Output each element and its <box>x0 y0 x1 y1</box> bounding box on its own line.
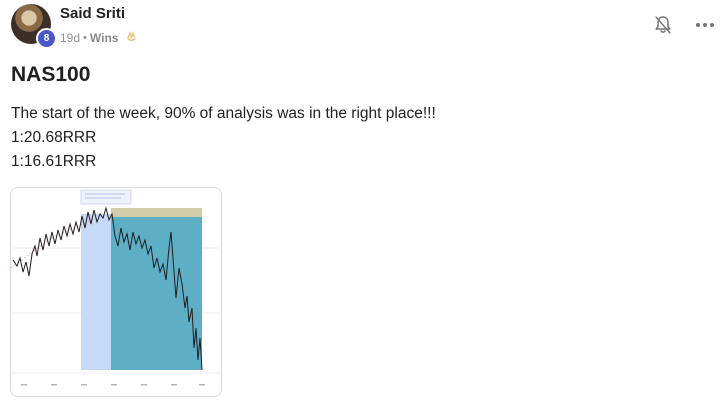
bell-icon[interactable] <box>654 15 672 35</box>
author-name[interactable]: Said Sriti <box>60 5 125 22</box>
post-body-line: 1:20.68RRR <box>11 129 97 146</box>
level-badge: 8 <box>36 28 57 49</box>
target-band <box>111 208 202 217</box>
post-title: NAS100 <box>11 63 91 86</box>
post-time: 19d <box>60 31 81 45</box>
clapping-hands-icon <box>125 30 138 46</box>
post-meta: 19d • Wins <box>60 30 138 46</box>
author-avatar[interactable]: 8 <box>11 4 57 49</box>
price-chart-thumbnail <box>11 188 221 396</box>
post-body-line: 1:16.61RRR <box>11 153 97 170</box>
meta-separator: • <box>83 32 87 44</box>
info-label-box <box>80 189 132 205</box>
post-category[interactable]: Wins <box>90 31 119 45</box>
long-position-zone <box>81 214 111 370</box>
more-options-icon[interactable] <box>693 15 717 35</box>
post-body: The start of the week, 90% of analysis w… <box>11 102 436 174</box>
post-body-line: The start of the week, 90% of analysis w… <box>11 105 436 122</box>
chart-attachment-image[interactable] <box>10 187 222 397</box>
